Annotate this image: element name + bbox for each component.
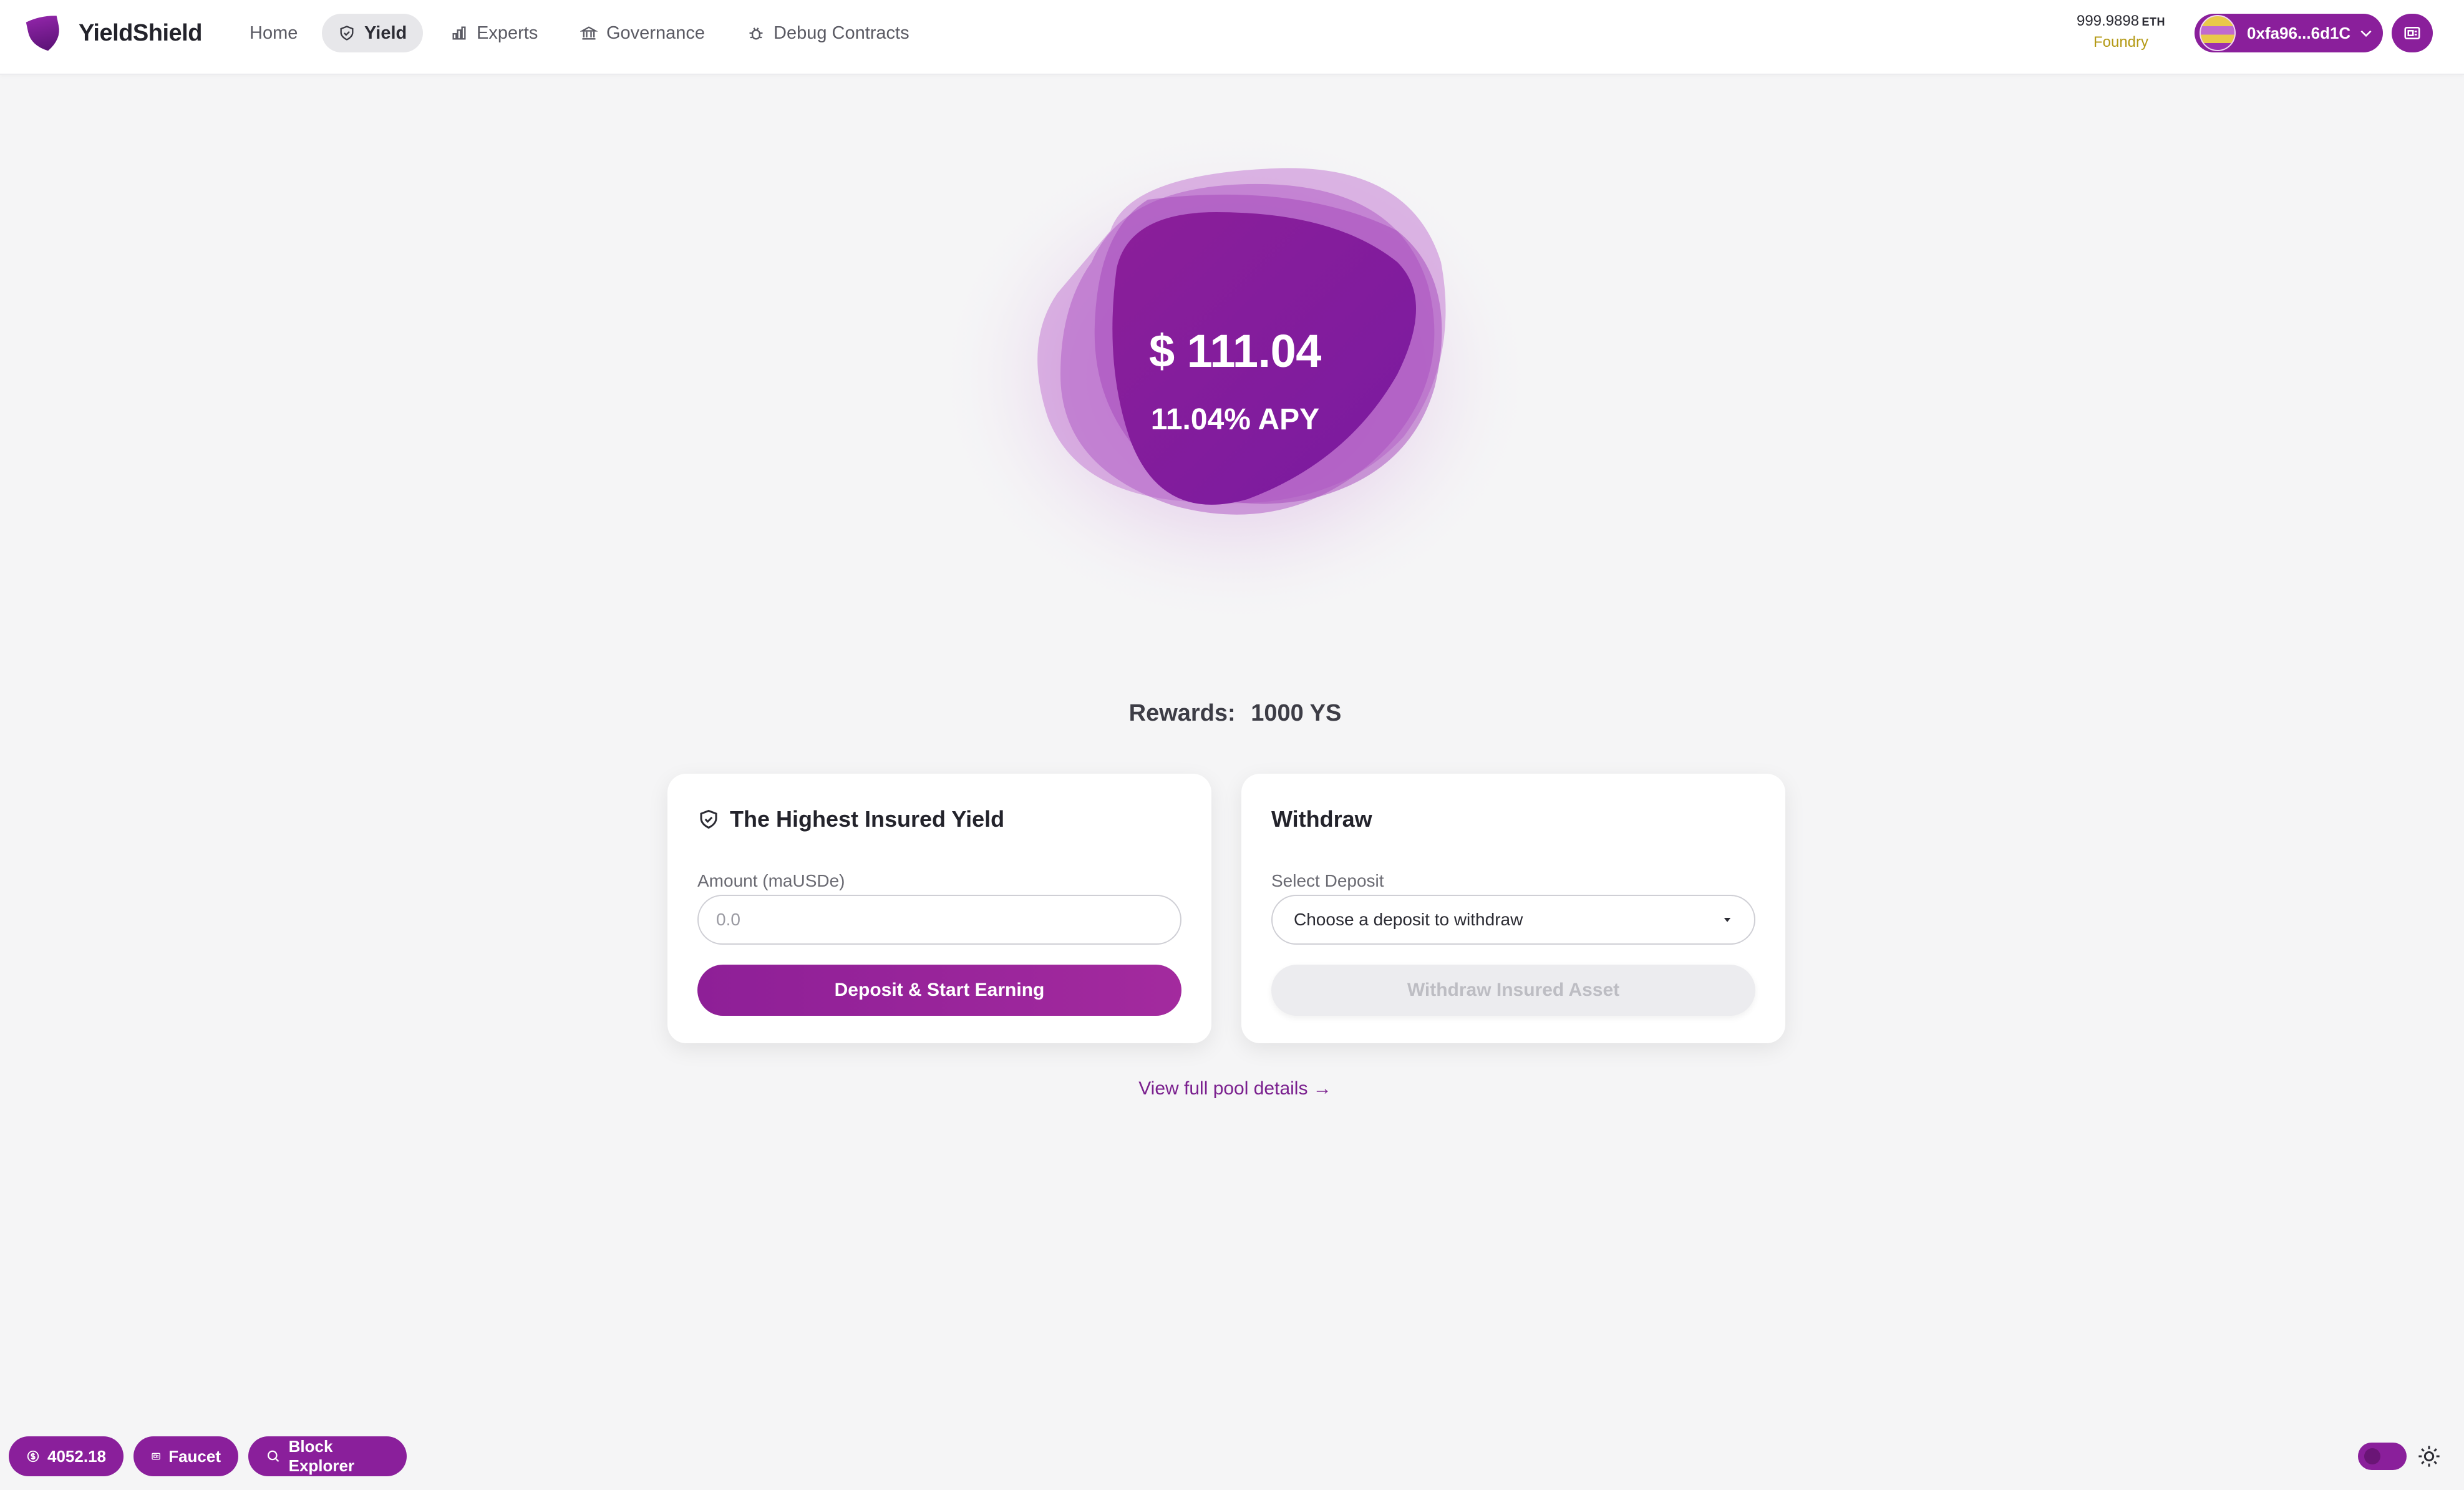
bar-chart-icon <box>452 26 466 40</box>
nav-governance-label: Governance <box>606 22 705 43</box>
deposit-card-title-text: The Highest Insured Yield <box>730 806 1005 832</box>
nav-experts[interactable]: Experts <box>434 14 554 52</box>
withdraw-button[interactable]: Withdraw Insured Asset <box>1271 965 1755 1016</box>
eth-balance: 999.9898 ETH Foundry <box>2059 12 2183 51</box>
nav-debug-contracts-label: Debug Contracts <box>774 22 909 43</box>
theme-toggle[interactable] <box>2358 1443 2407 1470</box>
rewards-label: Rewards: <box>1128 700 1236 726</box>
deposit-button[interactable]: Deposit & Start Earning <box>697 965 1181 1016</box>
network-name: Foundry <box>2093 34 2149 51</box>
view-pool-details-link[interactable]: View full pool details → <box>986 1078 1485 1099</box>
eth-balance-unit: ETH <box>2141 16 2166 28</box>
yield-summary: $ 111.04 11.04% APY <box>986 324 1485 437</box>
wallet-address: 0xfa96...6d1C <box>2247 23 2351 42</box>
shield-check-icon <box>700 809 717 829</box>
nav-yield[interactable]: Yield <box>322 14 424 52</box>
chevron-down-icon <box>2360 30 2372 37</box>
nav-home[interactable]: Home <box>233 14 314 52</box>
yield-value: $ 111.04 <box>1149 325 1321 377</box>
block-explorer-label: Block Explorer <box>288 1437 355 1475</box>
nav-debug-contracts[interactable]: Debug Contracts <box>731 14 926 52</box>
nav-governance[interactable]: Governance <box>564 14 721 52</box>
nav-yield-label: Yield <box>364 22 407 43</box>
sun-icon <box>2418 1446 2440 1467</box>
faucet-icon <box>152 1453 160 1460</box>
nav-experts-label: Experts <box>477 22 538 43</box>
dollar-icon <box>27 1450 39 1463</box>
qr-code-icon <box>2404 27 2420 39</box>
withdraw-card-title: Withdraw <box>1271 806 1372 832</box>
amount-label: Amount (maUSDe) <box>697 871 845 890</box>
brand-name[interactable]: YieldShield <box>79 20 202 47</box>
amount-input[interactable]: 0.0 <box>697 895 1181 945</box>
caret-down-icon <box>1724 918 1731 922</box>
deposit-select[interactable]: Choose a deposit to withdraw <box>1271 895 1755 945</box>
logo-icon[interactable] <box>25 14 64 52</box>
amount-input-placeholder: 0.0 <box>716 910 740 929</box>
eth-price-value: 4052.18 <box>47 1446 106 1466</box>
nav-home-label: Home <box>250 22 298 43</box>
deposit-select-value: Choose a deposit to withdraw <box>1294 910 1523 929</box>
block-explorer-button[interactable]: Block Explorer <box>248 1436 407 1476</box>
shield-icon <box>340 26 354 41</box>
deposit-card-title: The Highest Insured Yield <box>697 806 1004 832</box>
withdraw-card: Withdraw Select Deposit Choose a deposit… <box>1241 774 1785 1043</box>
eth-price-button[interactable]: 4052.18 <box>9 1436 124 1476</box>
top-navbar: YieldShield Home Yield Experts Governanc… <box>0 0 2464 75</box>
avatar <box>2200 15 2236 51</box>
theme-toggle-knob <box>2364 1448 2380 1464</box>
rewards-row: Rewards: 1000 YS <box>986 700 1485 727</box>
faucet-button[interactable]: Faucet <box>133 1436 238 1476</box>
yield-apy: 11.04% APY <box>1150 403 1320 436</box>
select-deposit-label: Select Deposit <box>1271 871 1384 890</box>
deposit-card: The Highest Insured Yield Amount (maUSDe… <box>667 774 1211 1043</box>
eth-balance-amount: 999.9898 <box>2076 12 2140 29</box>
qr-code-button[interactable] <box>2392 14 2433 52</box>
faucet-label: Faucet <box>168 1446 221 1466</box>
bug-icon <box>749 27 763 40</box>
bank-icon <box>580 26 598 40</box>
search-icon <box>267 1450 279 1463</box>
rewards-value: 1000 YS <box>1251 700 1342 726</box>
account-dropdown-button[interactable]: 0xfa96...6d1C <box>2195 14 2383 52</box>
